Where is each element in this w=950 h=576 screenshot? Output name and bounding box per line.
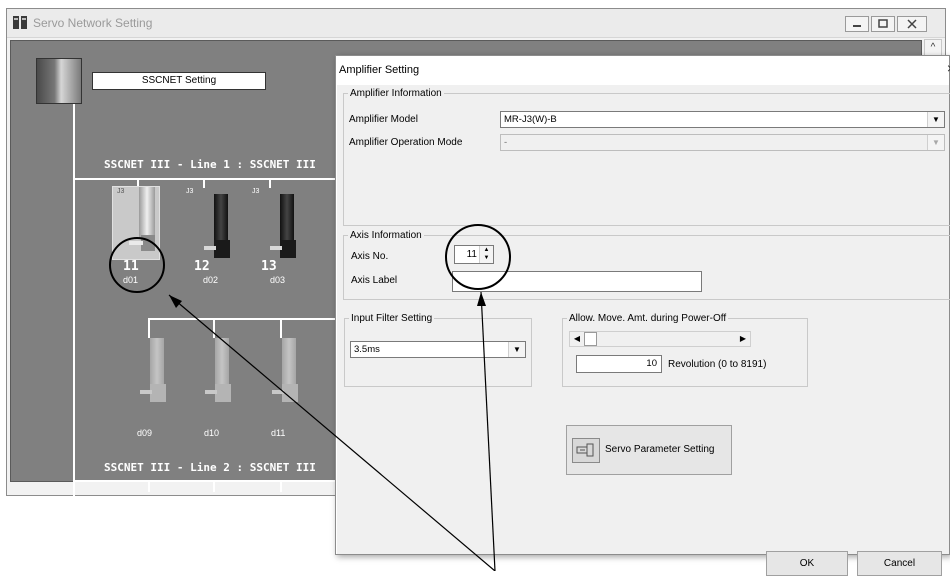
axis-number: 11 <box>123 259 139 274</box>
amplifier-information-group: Amplifier Information <box>343 88 950 226</box>
allow-move-scrollbar[interactable]: ◀ ▶ <box>569 331 751 347</box>
cancel-button[interactable]: Cancel <box>857 551 942 576</box>
input-filter-select[interactable]: 3.5ms ▼ <box>350 341 526 358</box>
servo-parameter-icon <box>572 438 600 463</box>
group-legend: Input Filter Setting <box>351 313 433 324</box>
chevron-down-icon: ▼ <box>508 342 525 357</box>
axis-label-label: Axis Label <box>351 275 398 286</box>
line2-drop <box>213 318 215 338</box>
axis-label: d10 <box>204 428 220 438</box>
operation-mode-value: - <box>504 137 508 148</box>
title-bar: Servo Network Setting <box>7 9 945 38</box>
axis-label: d03 <box>270 275 286 285</box>
line2-label: SSCNET III - Line 2 : SSCNET III <box>104 461 316 474</box>
sscnet-setting-button[interactable]: SSCNET Setting <box>92 72 266 90</box>
amp-type-tag: J3 <box>252 188 260 195</box>
chevron-down-icon: ▼ <box>927 135 944 150</box>
dialog-title: Amplifier Setting <box>339 64 420 76</box>
maximize-icon <box>878 19 888 28</box>
amplifier-d03-icon[interactable] <box>270 194 300 258</box>
motion-controller-icon[interactable] <box>36 58 82 104</box>
scroll-right-icon[interactable]: ▶ <box>736 332 750 346</box>
amp-type-tag: J3 <box>186 188 194 195</box>
operation-mode-label: Amplifier Operation Mode <box>349 137 463 148</box>
axis-label: d01 <box>123 275 139 285</box>
servo-parameter-setting-button[interactable]: Servo Parameter Setting <box>566 425 732 475</box>
amplifier-d01-selected[interactable] <box>112 186 160 260</box>
group-legend: Axis Information <box>350 230 422 241</box>
scroll-left-icon[interactable]: ◀ <box>570 332 584 346</box>
group-legend: Allow. Move. Amt. during Power-Off <box>569 313 727 324</box>
allow-move-unit-label: Revolution (0 to 8191) <box>668 359 767 370</box>
line1-bus <box>73 178 343 180</box>
dialog-body: Amplifier Information Amplifier Model MR… <box>337 85 950 576</box>
line2-drop <box>148 318 150 338</box>
minimize-icon <box>853 25 861 27</box>
axis-label-input[interactable] <box>452 271 702 292</box>
amplifier-d09-icon[interactable] <box>140 338 170 402</box>
line1-drop <box>203 178 205 188</box>
main-bus-line <box>73 104 75 496</box>
allow-move-value-input[interactable]: 10 <box>576 355 662 373</box>
amplifier-d02-icon[interactable] <box>204 194 234 258</box>
axis-no-value: 11 <box>466 249 477 260</box>
window-title: Servo Network Setting <box>33 16 153 30</box>
ok-button[interactable]: OK <box>766 551 848 576</box>
close-icon <box>907 19 917 29</box>
amp-type-tag: J3 <box>117 188 125 195</box>
servo-parameter-label: Servo Parameter Setting <box>605 444 715 455</box>
amplifier-d10-icon[interactable] <box>205 338 235 402</box>
amplifier-model-value: MR-J3(W)-B <box>504 114 557 125</box>
line1-label: SSCNET III - Line 1 : SSCNET III <box>104 158 316 171</box>
line1-drop <box>269 178 271 188</box>
axis-label: d09 <box>137 428 153 438</box>
amplifier-model-label: Amplifier Model <box>349 114 418 125</box>
line2-bottom-drop <box>280 480 282 492</box>
spinner-arrows-icon: ▲ ▼ <box>479 246 493 263</box>
line2-bottom-drop <box>148 480 150 492</box>
axis-no-spinner[interactable]: 11 ▲ ▼ <box>454 245 494 264</box>
line2-drop <box>280 318 282 338</box>
close-button[interactable] <box>897 16 927 32</box>
minimize-button[interactable] <box>845 16 869 32</box>
amplifier-setting-dialog: Amplifier Setting × Amplifier Informatio… <box>335 55 950 576</box>
app-icon <box>13 16 27 29</box>
axis-number: 13 <box>261 259 277 274</box>
line2-bottom-drop <box>213 480 215 492</box>
chevron-down-icon: ▼ <box>927 112 944 127</box>
group-legend: Amplifier Information <box>350 88 442 99</box>
axis-no-label: Axis No. <box>351 251 389 262</box>
axis-label: d11 <box>271 428 286 438</box>
allow-move-group: Allow. Move. Amt. during Power-Off <box>562 313 808 387</box>
input-filter-value: 3.5ms <box>354 344 380 355</box>
amplifier-model-select[interactable]: MR-J3(W)-B ▼ <box>500 111 945 128</box>
axis-label: d02 <box>203 275 219 285</box>
maximize-button[interactable] <box>871 16 895 32</box>
axis-number: 12 <box>194 259 210 274</box>
operation-mode-select[interactable]: - ▼ <box>500 134 945 151</box>
line2-bus <box>148 318 343 320</box>
line2-bottom-bus <box>73 480 343 482</box>
scroll-thumb[interactable] <box>584 332 597 346</box>
amplifier-d11-icon[interactable] <box>272 338 302 402</box>
